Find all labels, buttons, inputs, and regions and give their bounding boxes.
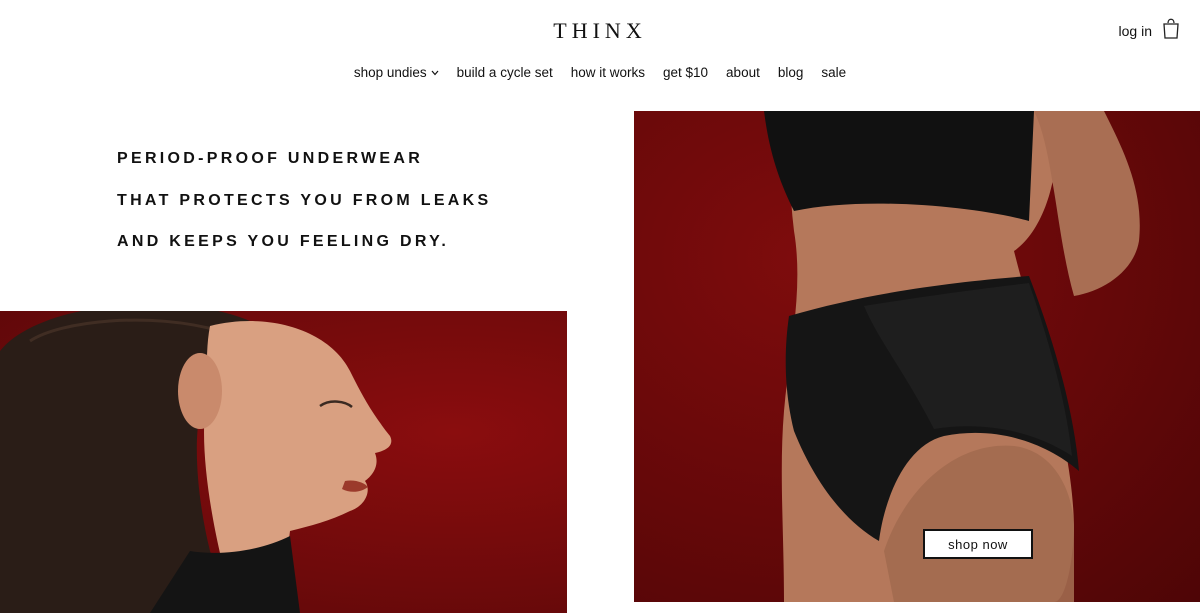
page: THINX log in shop undies build a cycle s… xyxy=(0,0,1200,613)
hero-headline: PERIOD-PROOF UNDERWEAR THAT PROTECTS YOU… xyxy=(117,138,491,263)
nav-shop-undies[interactable]: shop undies xyxy=(354,65,439,80)
model-profile-image xyxy=(0,311,567,613)
nav-sale[interactable]: sale xyxy=(821,65,846,80)
nav-get-10[interactable]: get $10 xyxy=(663,65,708,80)
shop-now-button[interactable]: shop now xyxy=(923,529,1033,559)
nav-about[interactable]: about xyxy=(726,65,760,80)
main-nav: shop undies build a cycle set how it wor… xyxy=(0,65,1200,80)
hero-line: PERIOD-PROOF UNDERWEAR xyxy=(117,150,424,167)
brand-logo[interactable]: THINX xyxy=(0,18,1200,44)
header-actions: log in xyxy=(1119,16,1180,40)
nav-how-it-works[interactable]: how it works xyxy=(571,65,645,80)
shopping-bag-icon[interactable] xyxy=(1162,16,1180,40)
nav-blog[interactable]: blog xyxy=(778,65,804,80)
nav-label: shop undies xyxy=(353,65,427,80)
hero-line: THAT PROTECTS YOU FROM LEAKS xyxy=(117,191,492,209)
chevron-down-icon xyxy=(431,70,439,76)
login-link[interactable]: log in xyxy=(1119,23,1152,39)
nav-build-a-cycle-set[interactable]: build a cycle set xyxy=(457,65,553,80)
hero-line: AND KEEPS YOU FEELING DRY. xyxy=(117,233,450,250)
model-underwear-image xyxy=(634,111,1200,602)
